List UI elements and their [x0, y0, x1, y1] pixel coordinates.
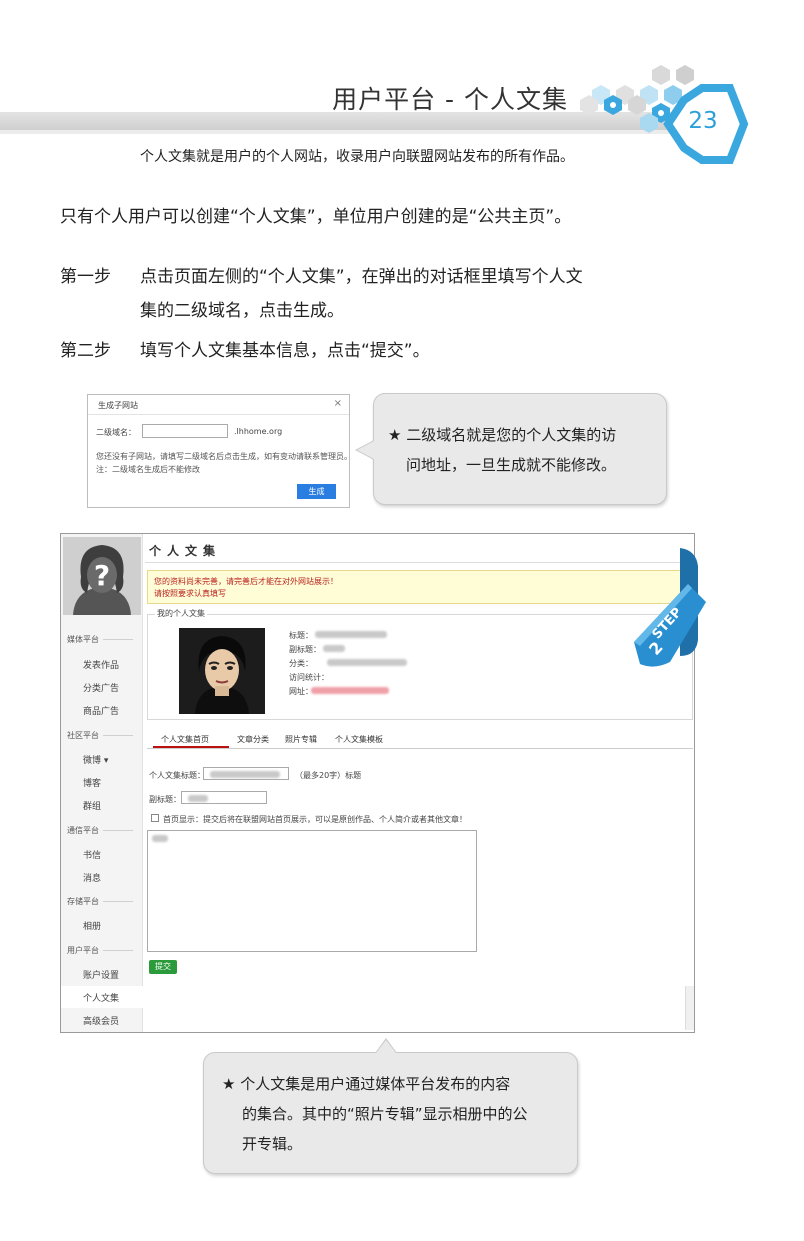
callout2-pointer-fill	[376, 1040, 396, 1053]
submit-button[interactable]: 提交	[149, 960, 177, 974]
step1-label: 第一步	[60, 267, 111, 287]
collection-subtitle-label: 副标题：	[149, 795, 181, 804]
dialog-title: 生成子网站	[98, 401, 138, 410]
description-value	[152, 835, 168, 842]
callout2-line2: 的集合。其中的“照片专辑”显示相册中的公	[242, 1105, 528, 1123]
tab-article-categories[interactable]: 文章分类	[237, 734, 269, 745]
sidebar-group-community: 社区平台	[67, 730, 133, 741]
homepage-display-label: 首页显示：提交后将在联盟网站首页展示，可以是原创作品、个人简介或者其他文章！	[163, 815, 467, 824]
sidebar-item-weibo[interactable]: 微博 ▾	[83, 753, 108, 766]
warning-line2[interactable]: 请按照要求认真填写	[154, 588, 226, 599]
question-mark-icon: ?	[94, 559, 110, 592]
info-subtitle-label: 副标题：	[289, 645, 321, 654]
scrollbar[interactable]	[685, 986, 694, 1030]
collection-subtitle-value	[188, 795, 208, 802]
sidebar-item-publish[interactable]: 发表作品	[83, 658, 119, 671]
info-url-label: 网址：	[289, 687, 313, 696]
sidebar-item-album[interactable]: 相册	[83, 919, 101, 932]
sidebar-item-premium-member[interactable]: 高级会员	[83, 1014, 119, 1027]
step-ribbon: STEP 2	[634, 548, 706, 667]
callout2-line1: ★ 个人文集是用户通过媒体平台发布的内容	[222, 1075, 511, 1093]
sidebar-item-product-ads[interactable]: 商品广告	[83, 704, 119, 717]
callout1-line2: 问地址，一旦生成就不能修改。	[406, 456, 617, 474]
info-url-value[interactable]	[311, 687, 389, 694]
info-stats-label: 访问统计：	[289, 673, 329, 682]
callout1-pointer-fill	[357, 441, 374, 459]
subdomain-input[interactable]	[142, 424, 228, 438]
info-subtitle-value	[323, 645, 345, 652]
collection-title-label: 个人文集标题：	[149, 771, 205, 780]
step2-text: 填写个人文集基本信息，点击“提交”。	[140, 341, 430, 361]
page-number: 23	[688, 108, 718, 134]
sidebar-item-classified-ads[interactable]: 分类广告	[83, 681, 119, 694]
callout-collection-note: ★ 个人文集是用户通过媒体平台发布的内容 的集合。其中的“照片专辑”显示相册中的…	[203, 1052, 578, 1174]
homepage-display-checkbox[interactable]	[151, 814, 159, 822]
callout1-line1: ★ 二级域名就是您的个人文集的访	[388, 426, 617, 444]
tab-collection-home[interactable]: 个人文集首页	[161, 734, 209, 745]
warning-line1: 您的资料尚未完善，请完善后才能在对外网站展示！	[154, 577, 338, 586]
info-title-label: 标题：	[289, 631, 313, 640]
sidebar-group-messaging: 通信平台	[67, 825, 133, 836]
collection-title-input[interactable]	[203, 767, 289, 780]
sidebar-item-groups[interactable]: 群组	[83, 799, 101, 812]
sidebar-item-personal-collection[interactable]: 个人文集	[83, 991, 119, 1004]
callout-subdomain-note: ★ 二级域名就是您的个人文集的访 问地址，一旦生成就不能修改。	[373, 393, 667, 505]
step1-text-line1: 点击页面左侧的“个人文集”，在弹出的对话框里填写个人文	[140, 267, 583, 287]
avatar: ?	[63, 537, 141, 615]
info-category-value	[327, 659, 407, 666]
sidebar: ? 媒体平台 发表作品 分类广告 商品广告 社区平台 微博 ▾ 博客 群组 通信…	[61, 534, 143, 1032]
profile-photo	[179, 628, 265, 714]
tabs-divider	[147, 748, 693, 749]
dialog-tip-line2: 注：二级域名生成后不能修改	[96, 465, 200, 474]
step2-label: 第二步	[60, 341, 111, 361]
tab-photo-albums[interactable]: 照片专辑	[285, 734, 317, 745]
subdomain-dialog: 生成子网站 × 二级域名： .lhhome.org 您还没有子网站，请填写二级域…	[87, 394, 352, 508]
close-icon[interactable]: ×	[334, 398, 342, 409]
section-subtitle: 个人文集就是用户的个人网站，收录用户向联盟网站发布的所有作品。	[140, 149, 574, 165]
collection-title-value	[210, 771, 280, 778]
subdomain-suffix: .lhhome.org	[234, 427, 283, 436]
sidebar-group-storage: 存储平台	[67, 896, 133, 907]
dialog-tip-line1: 您还没有子网站，请填写二级域名后点击生成，如有变动请联系管理员。	[96, 452, 352, 461]
sidebar-group-user: 用户平台	[67, 945, 133, 956]
collection-subtitle-input[interactable]	[181, 791, 267, 804]
active-tab-indicator	[153, 746, 229, 748]
sidebar-item-messages[interactable]: 消息	[83, 871, 101, 884]
info-box-legend: 我的个人文集	[155, 608, 207, 619]
sidebar-item-letters[interactable]: 书信	[83, 848, 101, 861]
sidebar-group-media: 媒体平台	[67, 634, 133, 645]
dialog-titlebar: 生成子网站 ×	[88, 395, 349, 415]
collection-title-hint: （最多20字）标题	[295, 771, 362, 780]
personal-collection-screenshot: ? 媒体平台 发表作品 分类广告 商品广告 社区平台 微博 ▾ 博客 群组 通信…	[60, 533, 695, 1033]
step1-text-line2: 集的二级域名，点击生成。	[140, 301, 344, 321]
callout2-line3: 开专辑。	[242, 1135, 303, 1153]
sidebar-item-account-settings[interactable]: 账户设置	[83, 968, 119, 981]
warning-banner: 您的资料尚未完善，请完善后才能在对外网站展示！ 请按照要求认真填写	[147, 570, 693, 604]
info-title-value	[315, 631, 387, 638]
info-category-label: 分类：	[289, 659, 313, 668]
description-textarea[interactable]	[147, 830, 477, 952]
tab-collection-template[interactable]: 个人文集模板	[335, 734, 383, 745]
intro-paragraph: 只有个人用户可以创建“个人文集”，单位用户创建的是“公共主页”。	[60, 207, 572, 227]
generate-button[interactable]: 生成	[297, 484, 336, 499]
title-divider	[145, 562, 693, 563]
sidebar-item-blog[interactable]: 博客	[83, 776, 101, 789]
main-title: 个人文集	[149, 544, 222, 558]
subdomain-field-label: 二级域名：	[96, 428, 136, 437]
